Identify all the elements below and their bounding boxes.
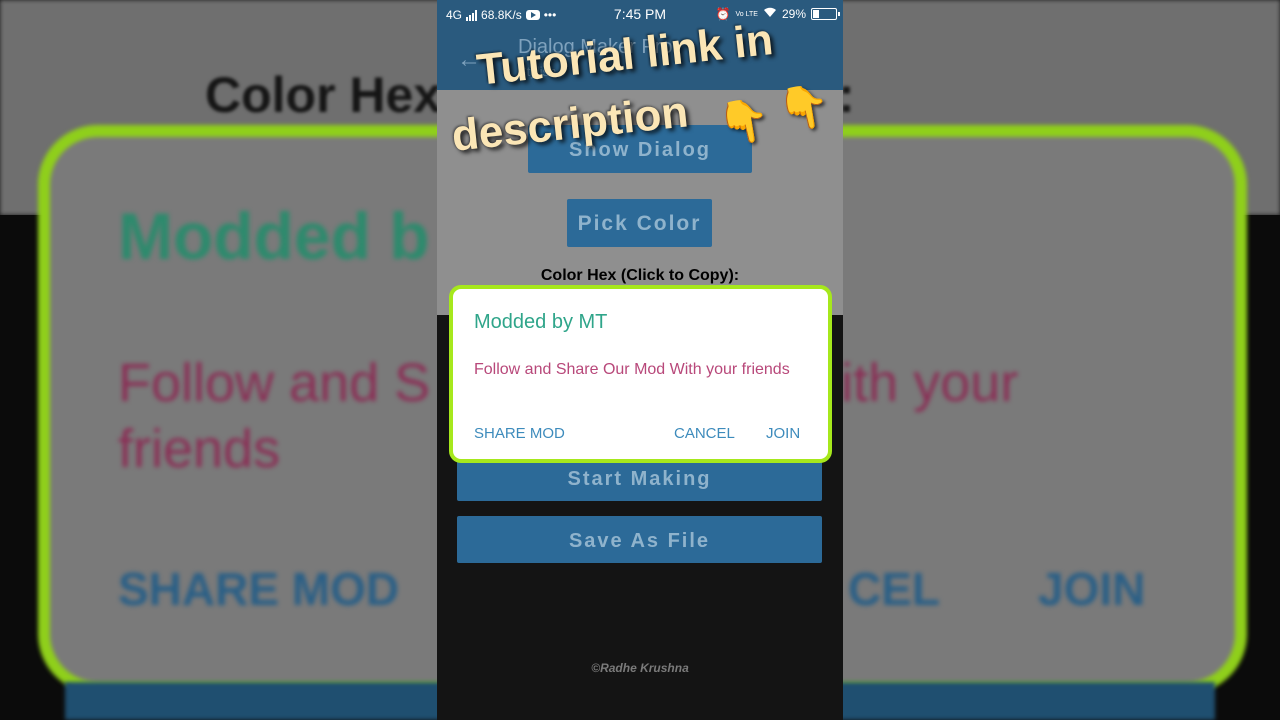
share-mod-button[interactable]: SHARE MOD — [474, 425, 565, 442]
bg-msg-line2: friends — [118, 419, 281, 479]
color-hex-label[interactable]: Color Hex (Click to Copy): — [437, 267, 843, 285]
bg-color-hex-text: Color Hex — [205, 67, 442, 123]
bg-join: JOIN — [1038, 563, 1146, 615]
battery-percent: 29% — [781, 7, 806, 21]
bg-msg-left: Follow and S — [118, 353, 431, 413]
join-button[interactable]: JOIN — [766, 425, 800, 442]
pointing-down-hand-icon: 👇 — [774, 79, 834, 136]
pick-color-button[interactable]: Pick Color — [567, 199, 712, 247]
battery-icon — [811, 8, 840, 20]
credit-watermark: ©Radhe Krushna — [591, 661, 689, 675]
pointing-down-hand-icon: 👇 — [714, 93, 774, 150]
dialog-message: Follow and Share Our Mod With your frien… — [474, 361, 790, 378]
bg-dialog-title: Modded b — [118, 199, 430, 273]
save-as-file-button[interactable]: Save As File — [457, 516, 822, 563]
dialog-title: Modded by MT — [474, 311, 608, 333]
modded-dialog: Modded by MT Follow and Share Our Mod Wi… — [449, 285, 832, 463]
bg-share-mod: SHARE MOD — [118, 563, 400, 615]
bg-cancel: CEL — [848, 563, 940, 615]
cancel-button[interactable]: CANCEL — [674, 425, 735, 442]
status-bar: 4G 68.8K/s ••• 7:45 PM ⏰ Vo LTE 29% — [437, 0, 843, 30]
